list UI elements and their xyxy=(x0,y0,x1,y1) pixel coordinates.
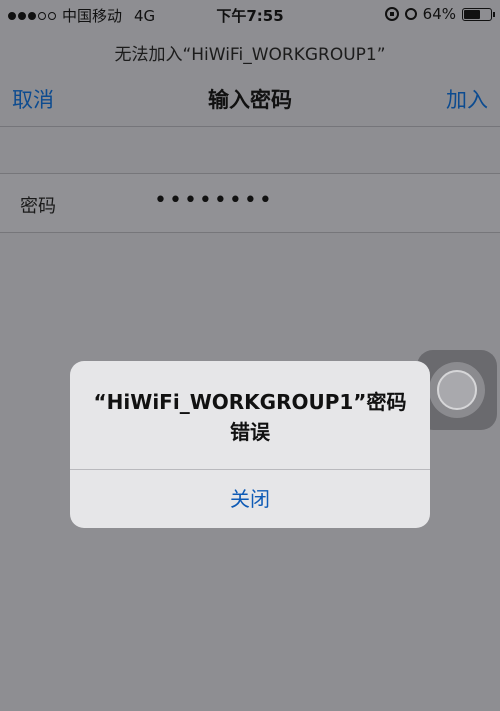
password-field[interactable]: •••••••• xyxy=(154,188,274,213)
close-button[interactable]: 关闭 xyxy=(70,470,430,528)
alert-message: “HiWiFi_WORKGROUP1”密码错误 xyxy=(93,390,407,444)
error-alert: “HiWiFi_WORKGROUP1”密码错误 关闭 xyxy=(70,361,430,528)
status-right: 64% xyxy=(384,5,495,23)
join-failed-subtitle: 无法加入“HiWiFi_WORKGROUP1” xyxy=(114,45,386,65)
alarm-icon xyxy=(404,8,417,20)
status-bar: 中国移动 4G 下午7:55 64% xyxy=(0,0,500,30)
rotation-lock-icon xyxy=(384,7,399,21)
battery-icon xyxy=(462,7,495,21)
page-title: 输入密码 xyxy=(208,88,292,112)
assistive-touch-icon xyxy=(437,370,477,410)
navigation-bar: 取消 输入密码 加入 xyxy=(0,70,500,127)
password-row: 密码 •••••••• xyxy=(0,173,500,233)
join-button[interactable]: 加入 xyxy=(446,84,488,114)
battery-percent: 64% xyxy=(422,5,456,23)
cancel-button[interactable]: 取消 xyxy=(12,84,54,114)
password-label: 密码 xyxy=(20,196,56,217)
